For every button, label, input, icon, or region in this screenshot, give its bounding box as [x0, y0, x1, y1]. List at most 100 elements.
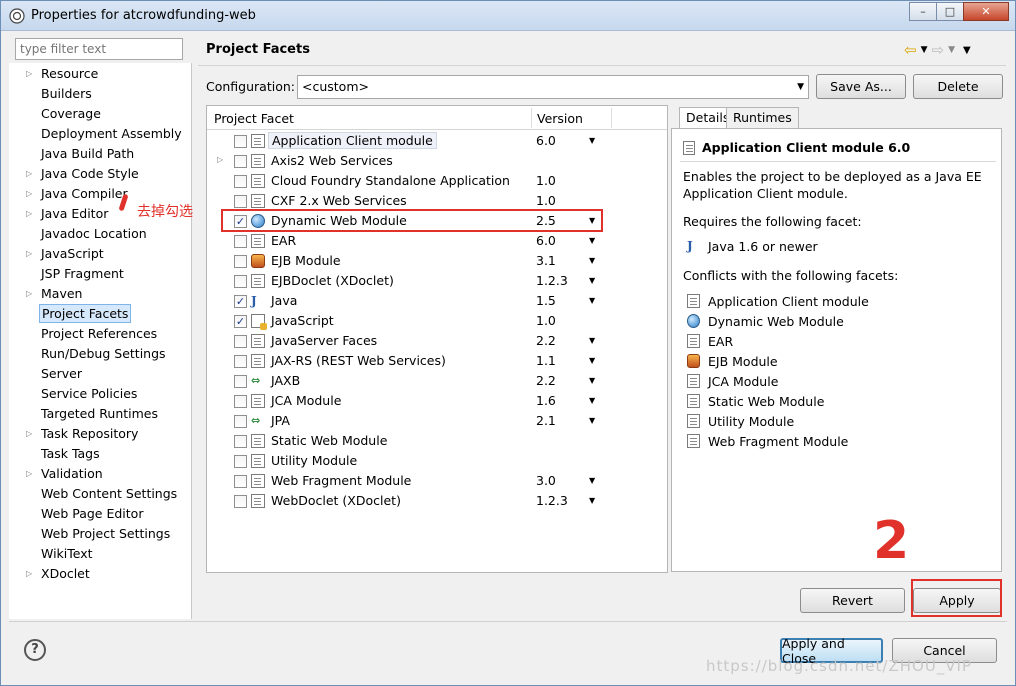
- facet-version[interactable]: 1.1: [536, 353, 556, 368]
- maximize-button[interactable]: □: [936, 2, 964, 21]
- sidebar-item[interactable]: WikiText: [39, 544, 95, 563]
- chevron-right-icon[interactable]: ▷: [26, 64, 36, 83]
- facet-checkbox[interactable]: [234, 135, 247, 148]
- table-row[interactable]: ▷ Axis2 Web Services: [207, 151, 667, 171]
- facet-version[interactable]: 2.2: [536, 373, 556, 388]
- back-arrow-icon[interactable]: ⇦: [904, 41, 917, 59]
- table-row[interactable]: EJBDoclet (XDoclet) 1.2.3 ▼: [207, 271, 667, 291]
- sidebar-item[interactable]: Project References: [39, 324, 159, 343]
- facet-checkbox[interactable]: [234, 395, 247, 408]
- sidebar-item[interactable]: Run/Debug Settings: [39, 344, 168, 363]
- facet-version[interactable]: 1.0: [536, 173, 556, 188]
- facet-version[interactable]: 1.0: [536, 193, 556, 208]
- tab-runtimes[interactable]: Runtimes: [726, 107, 799, 129]
- facet-version[interactable]: 3.0: [536, 473, 556, 488]
- sidebar-item[interactable]: Resource: [39, 64, 100, 83]
- table-row[interactable]: EJB Module 3.1 ▼: [207, 251, 667, 271]
- delete-button[interactable]: Delete: [913, 74, 1003, 99]
- table-row[interactable]: ✓ J Java 1.5 ▼: [207, 291, 667, 311]
- table-row[interactable]: ⇔ JAXB 2.2 ▼: [207, 371, 667, 391]
- chevron-down-icon[interactable]: ▼: [589, 396, 595, 405]
- sidebar-item[interactable]: Web Page Editor: [39, 504, 145, 523]
- sidebar-item[interactable]: Task Repository: [39, 424, 140, 443]
- sidebar-item[interactable]: Server: [39, 364, 84, 383]
- facet-version[interactable]: 1.2.3: [536, 273, 568, 288]
- chevron-down-icon[interactable]: ▼: [589, 476, 595, 485]
- facet-version[interactable]: 1.6: [536, 393, 556, 408]
- help-icon[interactable]: ?: [24, 639, 46, 661]
- configuration-select[interactable]: <custom> ▼: [297, 75, 809, 99]
- facet-checkbox[interactable]: [234, 235, 247, 248]
- chevron-right-icon[interactable]: ▷: [26, 424, 36, 443]
- sidebar-item[interactable]: Targeted Runtimes: [39, 404, 160, 423]
- table-row[interactable]: ✓ JavaScript 1.0: [207, 311, 667, 331]
- facet-checkbox[interactable]: [234, 355, 247, 368]
- sidebar-item[interactable]: Web Content Settings: [39, 484, 179, 503]
- column-header-version[interactable]: Version: [537, 111, 583, 126]
- chevron-down-icon[interactable]: ▼: [948, 45, 955, 55]
- facet-checkbox[interactable]: [234, 155, 247, 168]
- facet-checkbox[interactable]: [234, 175, 247, 188]
- sidebar-item[interactable]: Service Policies: [39, 384, 139, 403]
- sidebar-item[interactable]: Java Editor: [39, 204, 110, 223]
- table-row[interactable]: Static Web Module: [207, 431, 667, 451]
- table-row[interactable]: ⇔ JPA 2.1 ▼: [207, 411, 667, 431]
- facet-checkbox[interactable]: [234, 435, 247, 448]
- chevron-right-icon[interactable]: ▷: [217, 155, 223, 164]
- facet-version[interactable]: 3.1: [536, 253, 556, 268]
- table-row[interactable]: JavaServer Faces 2.2 ▼: [207, 331, 667, 351]
- sidebar-item[interactable]: Javadoc Location: [39, 224, 149, 243]
- sidebar-item[interactable]: JavaScript: [39, 244, 106, 263]
- column-header-facet[interactable]: Project Facet: [214, 111, 294, 126]
- facet-checkbox[interactable]: [234, 415, 247, 428]
- facet-version[interactable]: 6.0: [536, 233, 556, 248]
- sidebar-item[interactable]: Coverage: [39, 104, 103, 123]
- table-row[interactable]: JCA Module 1.6 ▼: [207, 391, 667, 411]
- sidebar-item[interactable]: Validation: [39, 464, 105, 483]
- view-menu-icon[interactable]: ▼: [963, 45, 971, 56]
- facet-checkbox[interactable]: [234, 495, 247, 508]
- facet-checkbox[interactable]: ✓: [234, 315, 247, 328]
- table-row[interactable]: Utility Module: [207, 451, 667, 471]
- sidebar-item[interactable]: XDoclet: [39, 564, 92, 583]
- revert-button[interactable]: Revert: [800, 588, 905, 613]
- sidebar-item[interactable]: JSP Fragment: [39, 264, 126, 283]
- table-row[interactable]: Application Client module 6.0 ▼: [207, 131, 667, 151]
- sidebar-item[interactable]: Deployment Assembly: [39, 124, 184, 143]
- chevron-down-icon[interactable]: ▼: [589, 336, 595, 345]
- sidebar-item[interactable]: Web Project Settings: [39, 524, 172, 543]
- facet-version[interactable]: 6.0: [536, 133, 556, 148]
- chevron-down-icon[interactable]: ▼: [589, 276, 595, 285]
- chevron-right-icon[interactable]: ▷: [26, 564, 36, 583]
- minimize-button[interactable]: –: [909, 2, 937, 21]
- sidebar-item[interactable]: Maven: [39, 284, 84, 303]
- chevron-down-icon[interactable]: ▼: [589, 496, 595, 505]
- table-row[interactable]: WebDoclet (XDoclet) 1.2.3 ▼: [207, 491, 667, 511]
- sidebar-item[interactable]: Builders: [39, 84, 94, 103]
- chevron-right-icon[interactable]: ▷: [26, 164, 36, 183]
- forward-arrow-icon[interactable]: ⇨: [932, 41, 945, 59]
- facet-checkbox[interactable]: ✓: [234, 295, 247, 308]
- table-row[interactable]: Cloud Foundry Standalone Application 1.0: [207, 171, 667, 191]
- chevron-right-icon[interactable]: ▷: [26, 464, 36, 483]
- chevron-down-icon[interactable]: ▼: [589, 356, 595, 365]
- chevron-down-icon[interactable]: ▼: [921, 45, 928, 55]
- table-row[interactable]: EAR 6.0 ▼: [207, 231, 667, 251]
- save-as-button[interactable]: Save As...: [816, 74, 906, 99]
- facet-checkbox[interactable]: [234, 455, 247, 468]
- sidebar-item[interactable]: Project Facets: [39, 304, 132, 323]
- facet-checkbox[interactable]: [234, 475, 247, 488]
- sidebar-item[interactable]: Java Compiler: [39, 184, 130, 203]
- facet-version[interactable]: 2.1: [536, 413, 556, 428]
- facet-checkbox[interactable]: [234, 335, 247, 348]
- facet-version[interactable]: 2.2: [536, 333, 556, 348]
- chevron-right-icon[interactable]: ▷: [26, 204, 36, 223]
- sidebar-item[interactable]: Java Code Style: [39, 164, 141, 183]
- chevron-down-icon[interactable]: ▼: [589, 296, 595, 305]
- facet-checkbox[interactable]: [234, 275, 247, 288]
- facet-version[interactable]: 1.2.3: [536, 493, 568, 508]
- chevron-right-icon[interactable]: ▷: [26, 184, 36, 203]
- chevron-right-icon[interactable]: ▷: [26, 244, 36, 263]
- chevron-down-icon[interactable]: ▼: [589, 136, 595, 145]
- facet-checkbox[interactable]: [234, 195, 247, 208]
